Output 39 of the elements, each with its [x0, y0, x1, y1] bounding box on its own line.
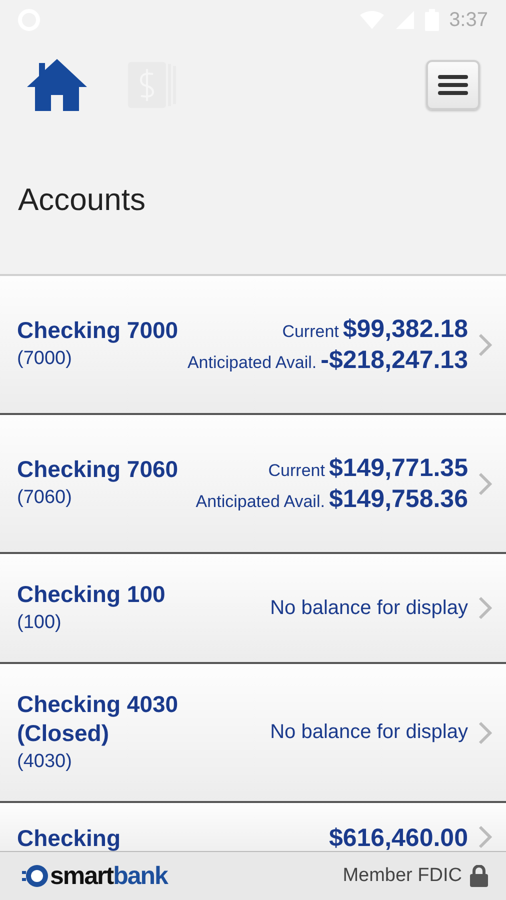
balance-amount: $616,460.00	[328, 825, 468, 851]
chevron-right-icon	[478, 472, 492, 496]
logo-text: smartbank	[50, 862, 168, 890]
balance-label: Current	[282, 322, 339, 342]
account-number: (4030)	[17, 750, 73, 774]
no-balance-text: No balance for display	[270, 596, 468, 620]
balance-label: Anticipated Avail.	[187, 352, 317, 372]
fdic-text: Member FDIC	[342, 865, 462, 887]
account-row[interactable]: Checking 7000 (7000) Current $99,382.18 Anticipated Avail. -$218,247.13	[0, 276, 506, 415]
account-row[interactable]: Checking 4030 (Closed) (4030) No balance for display	[0, 664, 506, 803]
account-row[interactable]: Checking $616,460.00	[0, 803, 506, 851]
home-icon[interactable]	[26, 57, 88, 113]
balance-amount: $149,758.36	[328, 484, 468, 514]
status-time: 3:37	[449, 8, 488, 32]
account-row[interactable]: Checking 7060 (7060) Current $149,771.35 Anticipated Avail. $149,758.36	[0, 415, 506, 554]
chevron-right-icon	[478, 825, 492, 849]
balance-amount: -$218,247.13	[320, 346, 468, 374]
lock-icon	[470, 865, 488, 887]
menu-button[interactable]	[426, 60, 480, 110]
balance-label: Anticipated Avail.	[196, 492, 325, 512]
account-name: Checking 7000	[17, 316, 180, 345]
account-name: Checking 4030 (Closed)	[17, 690, 180, 748]
account-number: (7000)	[17, 347, 73, 371]
account-name: Checking	[17, 825, 122, 851]
account-name: Checking 100	[17, 580, 166, 608]
balance-label: Current	[268, 460, 325, 480]
logo-icon	[22, 863, 48, 889]
no-balance-text: No balance for display	[270, 721, 468, 744]
page-title: Accounts	[17, 182, 147, 218]
chevron-right-icon	[478, 332, 492, 356]
account-name: Checking 7060	[17, 455, 180, 484]
account-row[interactable]: Checking 100 (100) No balance for display	[0, 554, 506, 664]
account-number: (100)	[17, 610, 62, 634]
balance-amount: $149,771.35	[328, 454, 468, 482]
chevron-right-icon	[478, 720, 492, 744]
account-number: (7060)	[17, 486, 73, 510]
balance-amount: $99,382.18	[342, 314, 468, 344]
chevron-right-icon	[478, 596, 492, 620]
menu-icon	[438, 73, 468, 97]
